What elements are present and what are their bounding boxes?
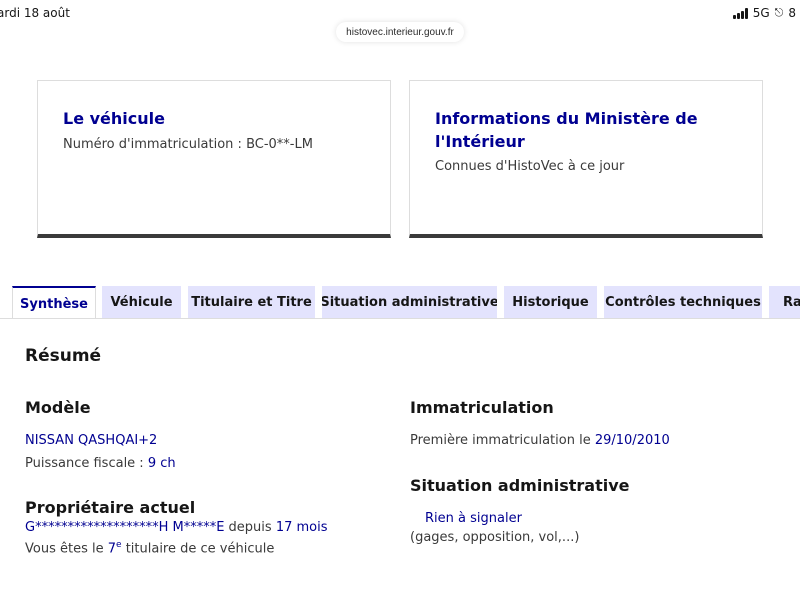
model-heading: Modèle [25, 398, 91, 417]
tab-vehicule[interactable]: Véhicule [102, 286, 181, 319]
tab-titulaire-titre[interactable]: Titulaire et Titre [188, 286, 315, 319]
tab-label: Situation administrative [322, 295, 497, 310]
fiscal-power-label: Puissance fiscale : [25, 456, 148, 471]
tab-label: Contrôles techniques [605, 295, 761, 310]
tab-synthese[interactable]: Synthèse [12, 286, 96, 320]
tab-label: Titulaire et Titre [191, 295, 312, 310]
vehicle-card: Le véhicule Numéro d'immatriculation : B… [37, 80, 391, 238]
url-bar[interactable]: histovec.interieur.gouv.fr [336, 22, 464, 42]
ministry-title-line2: l'Intérieur [435, 132, 525, 151]
tab-label: Synthèse [20, 296, 88, 312]
first-registration-label: Première immatriculation le [410, 433, 595, 448]
first-registration-line: Première immatriculation le 29/10/2010 [410, 433, 670, 448]
owner-rank-suffix: titulaire de ce véhicule [121, 541, 275, 557]
tab-label: Rap [783, 295, 800, 310]
signal-icon [732, 7, 748, 19]
owner-heading: Propriétaire actuel [25, 498, 196, 517]
owner-rank-line: Vous êtes le 7e titulaire de ce véhicule [25, 540, 274, 556]
url-text: histovec.interieur.gouv.fr [346, 26, 454, 38]
tab-panel-synthese: Résumé Modèle NISSAN QASHQAI+2 Puissance… [0, 318, 800, 600]
status-indicators: 5G ⎋ 8 [732, 6, 796, 20]
tab-label: Véhicule [110, 295, 173, 310]
tab-historique[interactable]: Historique [504, 286, 597, 319]
tab-bar: Synthèse Véhicule Titulaire et Titre Sit… [0, 286, 800, 320]
owner-since-label: depuis [224, 520, 276, 535]
tab-rapport[interactable]: Rap [769, 286, 800, 319]
fiscal-power-value: 9 ch [147, 456, 176, 471]
admin-heading: Situation administrative [410, 476, 630, 495]
tab-situation-administrative[interactable]: Situation administrative [322, 286, 497, 319]
ministry-card-title: Informations du Ministère de l'Intérieur [435, 107, 698, 153]
status-time: ardi 18 août [0, 6, 70, 20]
vehicle-card-title: Le véhicule [63, 109, 165, 128]
admin-detail: (gages, opposition, vol,...) [410, 530, 580, 545]
orientation-lock-icon: ⎋ [774, 6, 784, 19]
first-registration-date: 29/10/2010 [594, 433, 670, 448]
owner-rank-value: 7 [107, 541, 117, 557]
ministry-card-subtitle: Connues d'HistoVec à ce jour [435, 159, 625, 174]
plate-label: Numéro d'immatriculation : [63, 137, 247, 152]
owner-name: G*******************H M*****E [25, 520, 225, 535]
tab-controles-techniques[interactable]: Contrôles techniques [604, 286, 762, 319]
registration-heading: Immatriculation [410, 398, 554, 417]
ministry-title-line1: Informations du Ministère de [435, 109, 698, 128]
network-label: 5G [752, 6, 770, 20]
plate-value: BC-0**-LM [246, 137, 313, 152]
ministry-card: Informations du Ministère de l'Intérieur… [409, 80, 763, 238]
admin-status: Rien à signaler [425, 511, 522, 526]
plate-line: Numéro d'immatriculation : BC-0**-LM [63, 137, 313, 152]
fiscal-power-line: Puissance fiscale : 9 ch [25, 456, 176, 471]
owner-since-value: 17 mois [275, 520, 328, 535]
owner-rank-prefix: Vous êtes le [25, 541, 108, 557]
tab-label: Historique [512, 295, 589, 310]
summary-title: Résumé [25, 346, 102, 366]
owner-line: G*******************H M*****E depuis 17 … [25, 520, 328, 535]
battery-percent: 8 [788, 6, 796, 20]
model-name: NISSAN QASHQAI+2 [25, 433, 158, 448]
